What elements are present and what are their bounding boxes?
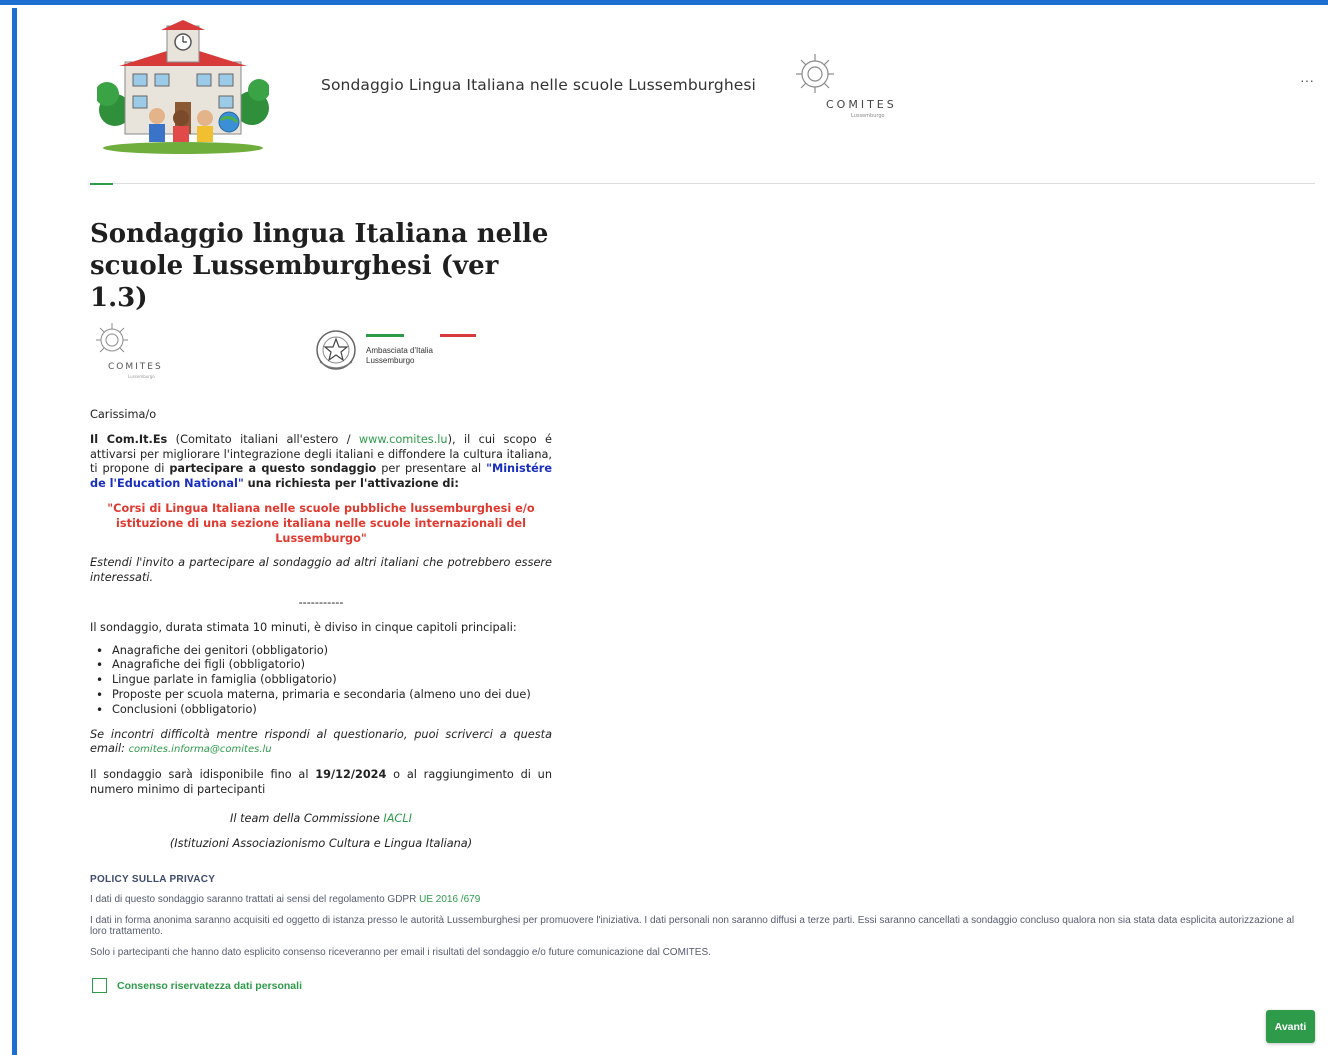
comites-header-text: COMITES xyxy=(826,98,897,111)
flag-stripe-green xyxy=(366,334,404,337)
greeting: Carissima/o xyxy=(90,408,157,421)
school-illustration-logo xyxy=(97,20,269,154)
list-item: Lingue parlate in famiglia (obbligatorio… xyxy=(96,673,552,688)
consent-checkbox-row[interactable]: Consenso riservatezza dati personali xyxy=(92,978,302,993)
comites-logo-subtext: Lussemburgo xyxy=(128,374,155,379)
embassy-name: Ambasciata d'Italia Lussemburgo xyxy=(366,346,433,365)
signature-subtitle: (Istituzioni Associazionismo Cultura e L… xyxy=(169,836,473,850)
privacy-anonymous-data: I dati in forma anonima saranno acquisit… xyxy=(90,914,1295,938)
frame-margin xyxy=(0,8,12,1055)
consent-checkbox[interactable] xyxy=(92,978,107,993)
chapters-intro: Il sondaggio, durata stimata 10 minuti, … xyxy=(90,620,517,634)
consent-label[interactable]: Consenso riservatezza dati personali xyxy=(117,980,302,992)
signature-line: Il team della Commissione IACLI xyxy=(230,811,412,825)
list-item: Anagrafiche dei genitori (obbligatorio) xyxy=(96,644,552,659)
invite-text: Estendi l'invito a partecipare al sondag… xyxy=(90,556,552,585)
help-email-link[interactable]: comites.informa@comites.lu xyxy=(129,744,272,755)
intro-paragraph: Il Com.It.Es (Comitato italiani all'este… xyxy=(90,432,552,491)
comites-logo-text: COMITES xyxy=(108,362,163,372)
comites-website-link[interactable]: www.comites.lu xyxy=(359,433,448,446)
next-button[interactable]: Avanti xyxy=(1266,1010,1315,1043)
privacy-section: POLICY SULLA PRIVACY I dati di questo so… xyxy=(90,874,1312,967)
header-divider xyxy=(90,183,1315,184)
separator: ----------- xyxy=(298,595,344,609)
form-header: Sondaggio Lingua Italiana nelle scuole L… xyxy=(17,12,1328,184)
partner-logos: COMITES Lussemburgo Ambasciata d'Italia … xyxy=(90,320,490,382)
list-item: Conclusioni (obbligatorio) xyxy=(96,703,552,718)
italian-republic-emblem-icon xyxy=(316,330,356,370)
privacy-gdpr: I dati di questo sondaggio saranno tratt… xyxy=(90,894,481,905)
form-title-block: Sondaggio lingua Italiana nelle scuole L… xyxy=(90,218,560,314)
gdpr-link[interactable]: UE 2016 /679 xyxy=(419,894,480,905)
comites-sunburst-icon xyxy=(96,323,128,353)
embassy-logo: Ambasciata d'Italia Lussemburgo xyxy=(366,334,486,374)
flag-stripe-red xyxy=(440,334,476,337)
help-paragraph: Se incontri difficoltà mentre rispondi a… xyxy=(90,727,552,756)
availability-paragraph: Il sondaggio sarà idisponibile fino al 1… xyxy=(90,768,552,796)
comites-header-subtext: Lussemburgo xyxy=(851,113,885,119)
form-description: Carissima/o Il Com.It.Es (Comitato itali… xyxy=(90,408,552,861)
page-title: Sondaggio lingua Italiana nelle scuole L… xyxy=(90,219,549,313)
iacli-link[interactable]: IACLI xyxy=(383,812,412,825)
request-highlight: "Corsi di Lingua Italiana nelle scuole p… xyxy=(107,501,535,545)
comites-header-logo: COMITES Lussemburgo xyxy=(791,48,894,128)
more-options-button[interactable]: ··· xyxy=(1297,72,1317,88)
chapters-list: Anagrafiche dei genitori (obbligatorio) … xyxy=(96,644,552,718)
list-item: Proposte per scuola materna, primaria e … xyxy=(96,688,552,703)
window-frame-top xyxy=(0,0,1328,12)
privacy-consent-note: Solo i partecipanti che hanno dato espli… xyxy=(90,946,711,958)
progress-accent xyxy=(90,183,113,185)
list-item: Anagrafiche dei figli (obbligatorio) xyxy=(96,658,552,673)
comites-logo: COMITES Lussemburgo xyxy=(90,320,180,382)
header-title: Sondaggio Lingua Italiana nelle scuole L… xyxy=(321,76,756,94)
privacy-title: POLICY SULLA PRIVACY xyxy=(90,874,216,885)
